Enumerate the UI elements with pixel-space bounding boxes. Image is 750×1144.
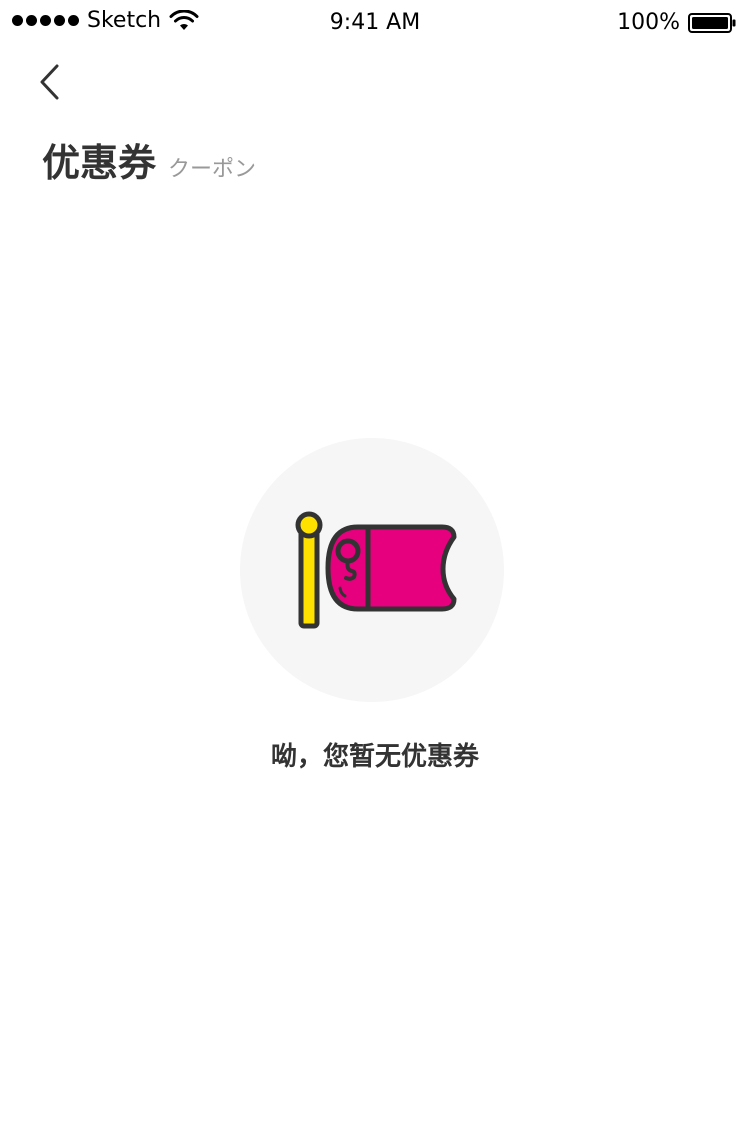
back-button[interactable] <box>30 60 70 104</box>
page-header: 优惠券 クーポン <box>42 132 256 187</box>
empty-state-message: 呦，您暂无优惠券 <box>270 742 479 772</box>
status-bar: Sketch 9:41 AM 100% <box>0 0 750 44</box>
status-right: 100% <box>617 10 736 35</box>
chevron-left-icon <box>40 64 59 100</box>
page-title: 优惠券 <box>42 141 157 185</box>
coupon-flag-icon <box>295 511 457 629</box>
page-subtitle: クーポン <box>168 157 257 182</box>
battery-icon <box>688 12 736 33</box>
battery-percentage: 100% <box>617 10 680 35</box>
